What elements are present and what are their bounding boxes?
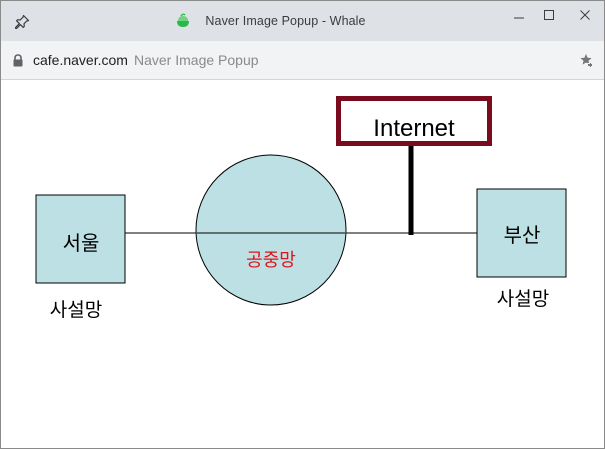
close-button[interactable] xyxy=(568,1,602,29)
title-bar[interactable]: Naver Image Popup - Whale xyxy=(1,1,604,41)
maximize-button[interactable] xyxy=(532,1,566,29)
busan-label: 부산 xyxy=(504,223,541,247)
url-page-title: Naver Image Popup xyxy=(134,52,259,68)
public-network-circle xyxy=(195,154,347,306)
pin-button[interactable] xyxy=(9,9,35,35)
minimize-icon xyxy=(514,17,524,19)
url-domain[interactable]: cafe.naver.com xyxy=(33,52,128,68)
lock-icon[interactable] xyxy=(12,54,24,67)
whale-app-icon xyxy=(177,13,190,27)
private-network-right-label: 사설망 xyxy=(497,288,549,310)
browser-popup-window: Naver Image Popup - Whale cafe.naver.com xyxy=(0,0,605,449)
minimize-button[interactable] xyxy=(502,1,536,29)
maximize-icon xyxy=(544,10,554,20)
internet-label: Internet xyxy=(373,115,455,142)
window-title: Naver Image Popup - Whale xyxy=(205,14,366,28)
extension-icon[interactable] xyxy=(575,51,595,71)
image-content: 공중망 서울 사설망 부산 사설망 Internet xyxy=(1,80,604,448)
address-bar[interactable]: cafe.naver.com Naver Image Popup xyxy=(1,41,604,80)
network-diagram: 공중망 서울 사설망 부산 사설망 Internet xyxy=(35,96,567,321)
seoul-label: 서울 xyxy=(63,231,100,255)
close-icon xyxy=(580,10,590,20)
public-network-label: 공중망 xyxy=(246,250,296,271)
private-network-left-label: 사설망 xyxy=(50,299,102,321)
pin-icon xyxy=(15,14,30,29)
